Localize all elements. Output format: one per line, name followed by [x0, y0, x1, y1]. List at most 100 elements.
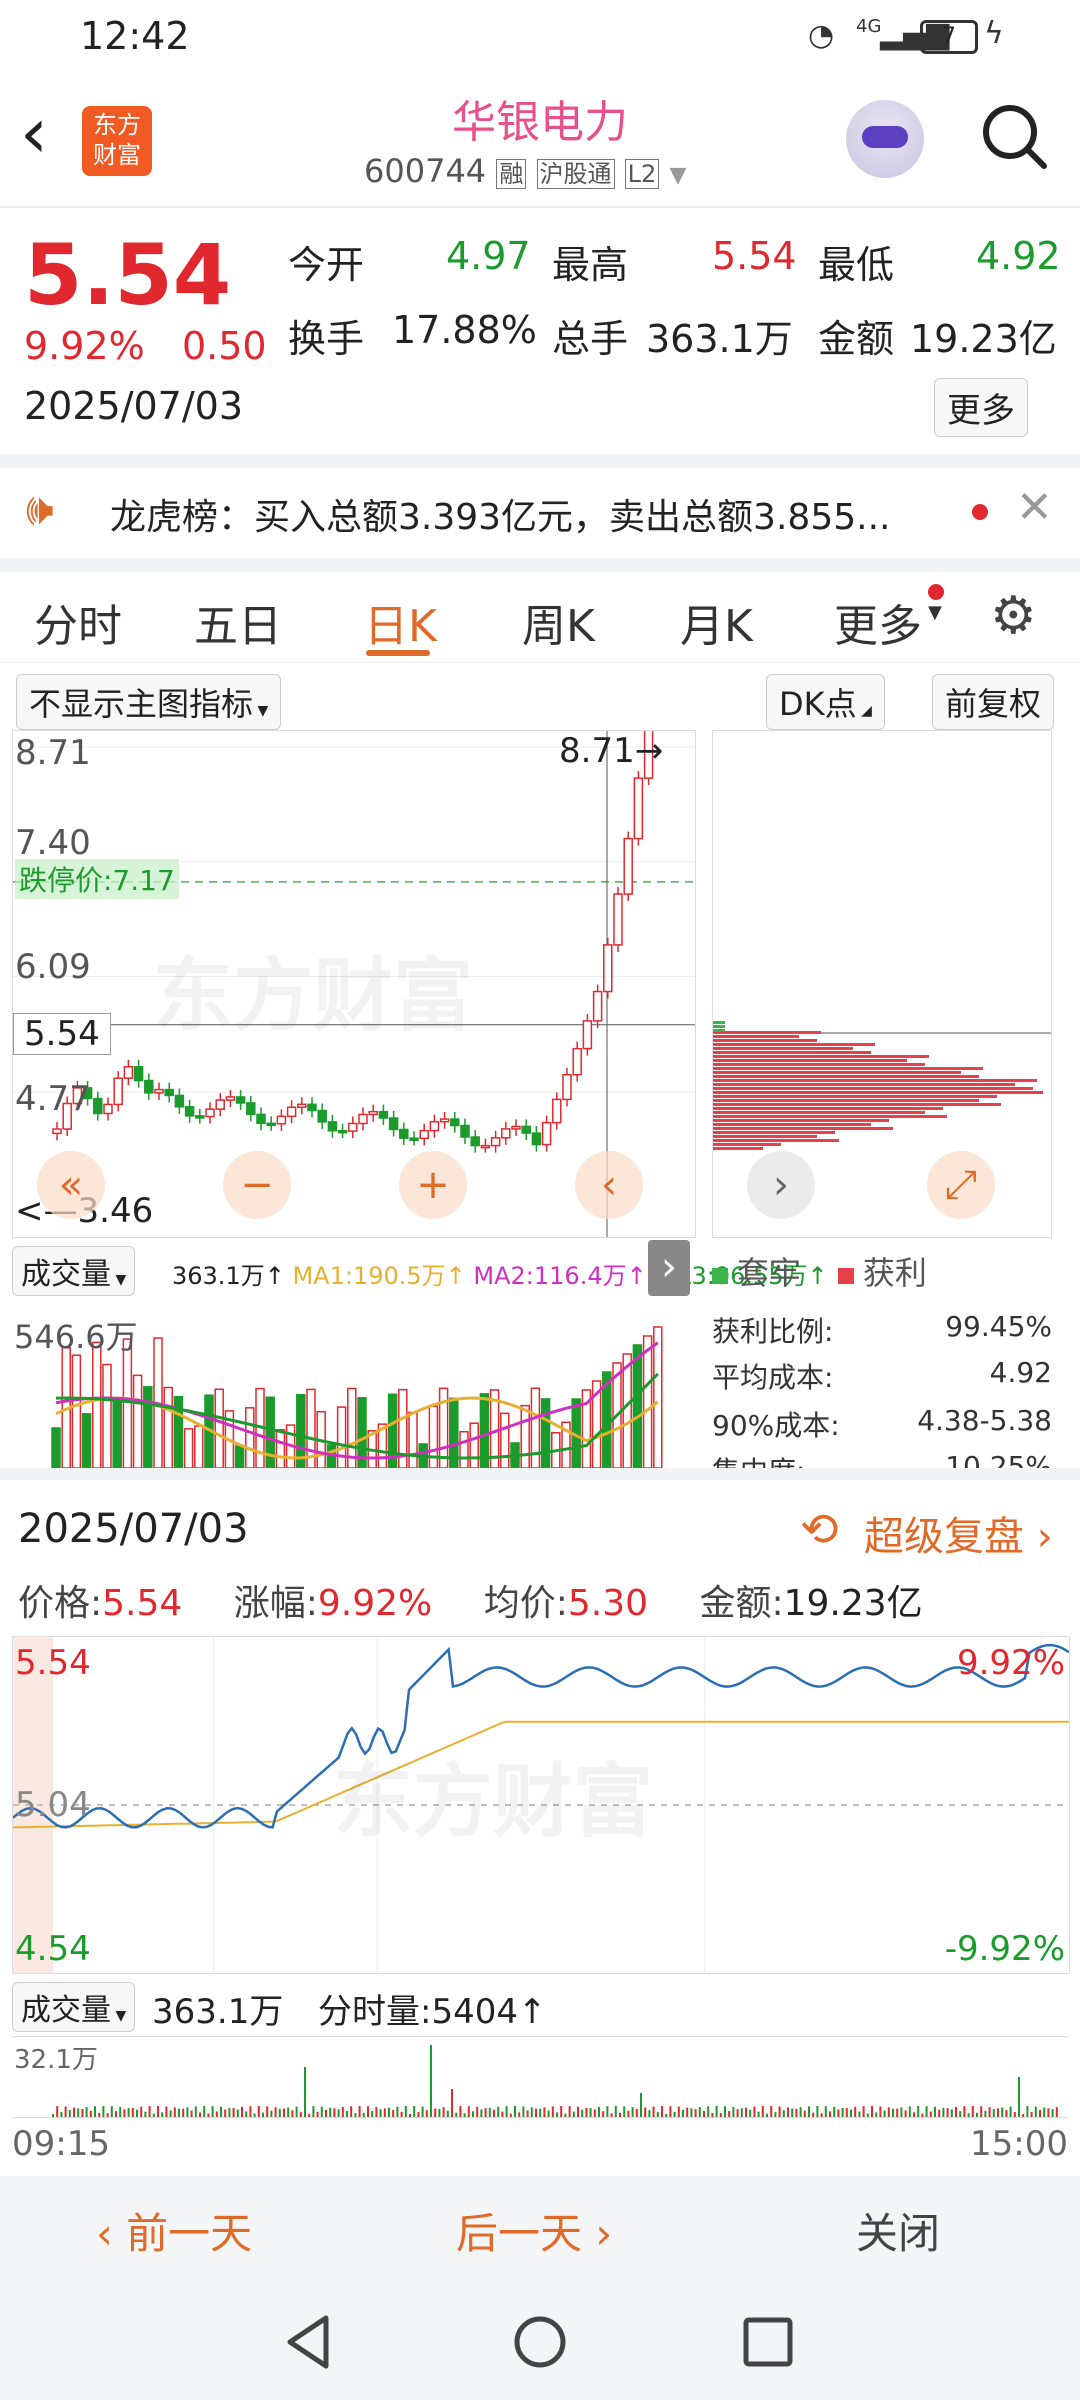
tick-volume-bar [778, 2106, 781, 2117]
volume-bar [143, 1386, 153, 1468]
tick-volume-bar [358, 2106, 361, 2117]
tick-volume-bar [413, 2106, 416, 2117]
tick-volume-bar [673, 2111, 676, 2117]
next-day-button[interactable]: 后一天 › [456, 2200, 612, 2261]
tick-volume-bar [1055, 2107, 1058, 2117]
tick-volume-bar [60, 2111, 63, 2117]
tick-volume-bar [396, 2106, 399, 2117]
main-indicator-select[interactable]: 不显示主图指标 ▼ [16, 674, 282, 730]
close-button[interactable]: 关闭 [856, 2200, 940, 2261]
limit-down-label: 跌停价:7.17 [15, 859, 179, 899]
volume-chart[interactable]: 546.6万 [12, 1300, 694, 1468]
tab-daily-k[interactable]: 日K [364, 590, 437, 654]
candle-body [613, 893, 623, 946]
tick-volume-bar [98, 2112, 101, 2117]
vol-value: 363.1万↑ [172, 1262, 285, 1290]
tick-volume-bar [1022, 2113, 1025, 2117]
chip-bar-profit [713, 1135, 817, 1138]
chip-distribution-chart[interactable]: › ⤢ [712, 730, 1052, 1238]
ma1-value: MA1:190.5万↑ [292, 1262, 466, 1290]
expand-icon[interactable]: ⤢ [927, 1151, 995, 1219]
scroll-right-icon[interactable]: › [747, 1151, 815, 1219]
chevron-down-icon: ▼ [111, 2008, 127, 2024]
tick-volume-bar [329, 2107, 332, 2117]
tick-volume-bar [1013, 2111, 1016, 2117]
candle-body [450, 1118, 460, 1127]
scroll-left-fast-icon[interactable]: « [37, 1151, 105, 1219]
dk-point-button[interactable]: DK点 ◢ [766, 674, 885, 730]
history-icon[interactable]: ⟲ [800, 1502, 839, 1556]
candle-body [215, 1099, 225, 1110]
super-replay-link[interactable]: 超级复盘 › [864, 1504, 1053, 1562]
tick-volume-bar [955, 2106, 957, 2117]
tab-more[interactable]: 更多 [834, 590, 922, 654]
candle-body [368, 1110, 378, 1116]
more-quote-button[interactable]: 更多 [934, 378, 1028, 437]
tick-volume-bar [526, 2110, 529, 2117]
chip-bar-profit [713, 1031, 821, 1034]
tick-volume-bar [52, 2114, 54, 2117]
tick-volume-bar [400, 2111, 403, 2117]
chip-bar-profit [713, 1131, 835, 1134]
chip-bar-trapped [713, 1029, 725, 1032]
volume-indicator-select[interactable]: 成交量 ▼ [12, 1246, 136, 1296]
tick-volume-bar [803, 2110, 806, 2117]
zoom-in-icon[interactable]: + [399, 1151, 467, 1219]
stock-code-row[interactable]: 600744 融 沪股通 L2 ▼ [364, 152, 686, 190]
tick-volume-bar [497, 2106, 500, 2117]
tick-volume-bar [1001, 2107, 1004, 2117]
tick-volume-bar [451, 2089, 453, 2117]
gear-icon[interactable]: ⚙ [990, 586, 1037, 646]
tab-five-day[interactable]: 五日 [194, 590, 282, 654]
robot-avatar[interactable] [846, 100, 924, 178]
profit-label: 获利 [862, 1254, 927, 1292]
volume-bar [336, 1406, 347, 1468]
tab-weekly-k[interactable]: 周K [522, 590, 595, 654]
notice-bar[interactable]: 🕪 龙虎榜：买入总额3.393亿元，卖出总额3.855... ✕ [0, 468, 1080, 558]
nav-home-icon[interactable] [510, 2312, 570, 2372]
tick-volume-bar [131, 2107, 134, 2117]
tick-volume-bar [976, 2112, 978, 2117]
tick-volume-bar [749, 2109, 752, 2117]
tick-volume-bar [543, 2107, 546, 2117]
tick-volume-bar [438, 2108, 441, 2117]
tick-volume-bar [417, 2112, 420, 2117]
tick-volume-bar [434, 2108, 437, 2117]
tick-volume-bar [871, 2106, 873, 2117]
tick-6-09: 6.09 [15, 947, 91, 987]
nav-back-icon[interactable] [280, 2312, 340, 2372]
tick-volume-bar [854, 2106, 857, 2117]
expand-right-button[interactable]: › [648, 1240, 690, 1296]
tick-volume-bar [94, 2106, 96, 2117]
scroll-left-icon[interactable]: ‹ [575, 1151, 643, 1219]
volume-bar [102, 1363, 112, 1468]
intraday-volume-select[interactable]: 成交量 ▼ [12, 1982, 136, 2032]
tab-intraday[interactable]: 分时 [34, 590, 122, 654]
tick-volume-bar [73, 2107, 75, 2117]
intraday-chart[interactable]: 东方财富 5.54 5.04 4.54 9.92% -9.92% [12, 1636, 1070, 1974]
tick-volume-bar [829, 2111, 831, 2117]
tab-monthly-k[interactable]: 月K [680, 590, 753, 654]
tick-volume-bar [959, 2111, 962, 2117]
tick-volume-bar [325, 2109, 327, 2117]
tick-volume-bar [866, 2113, 869, 2117]
tick-volume-bar [589, 2108, 592, 2117]
tick-volume-bar [598, 2106, 600, 2117]
tick-volume-bar [656, 2112, 659, 2117]
volume-bar [275, 1429, 286, 1468]
kline-chart[interactable]: 东方财富 8.71 7.40 跌停价:7.17 6.09 5.54 4.77 8… [12, 730, 696, 1238]
candle-body [103, 1103, 113, 1115]
candle-body [378, 1110, 389, 1119]
zoom-out-icon[interactable]: − [223, 1151, 291, 1219]
adjust-button[interactable]: 前复权 [932, 674, 1055, 730]
cost90-label: 90%成本: [712, 1409, 840, 1442]
nav-recents-icon[interactable] [738, 2312, 798, 2372]
search-icon[interactable] [980, 102, 1047, 169]
chip-bar-profit [713, 1091, 1043, 1094]
tick-volume-bar [123, 2109, 126, 2117]
candle-body [276, 1115, 287, 1125]
intraday-volume-chart[interactable]: 32.1万 [12, 2036, 1068, 2118]
status-time: 12:42 [80, 14, 190, 58]
prev-day-button[interactable]: ‹ 前一天 [96, 2200, 252, 2261]
close-icon[interactable]: ✕ [1016, 482, 1053, 533]
